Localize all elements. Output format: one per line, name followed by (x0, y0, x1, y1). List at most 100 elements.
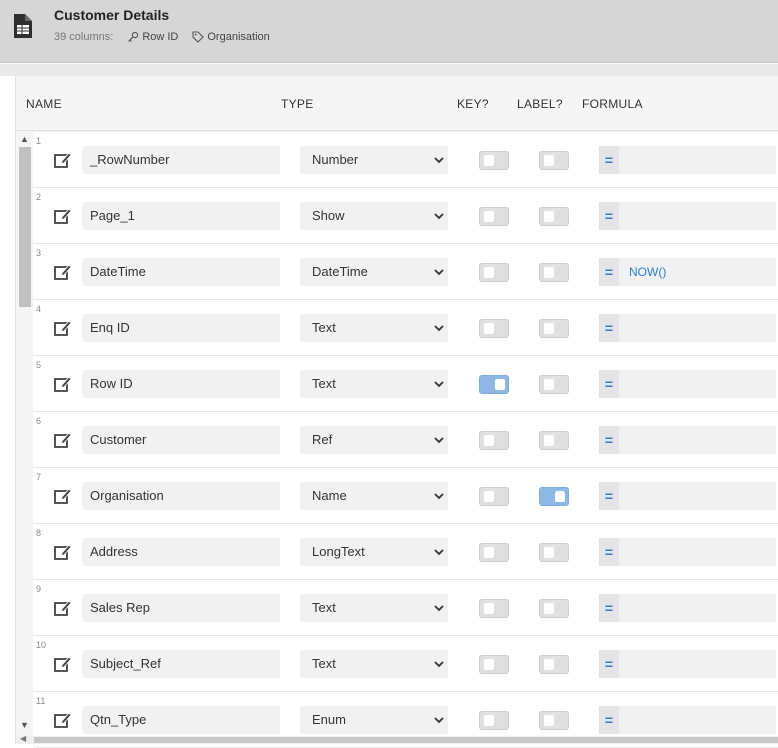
edit-icon[interactable] (53, 710, 73, 730)
formula-field[interactable]: = (599, 426, 776, 454)
spreadsheet-document-icon (14, 14, 32, 38)
column-type-select[interactable]: Name (300, 482, 448, 510)
toggle-knob (544, 155, 554, 166)
column-type-select[interactable]: Text (300, 594, 448, 622)
edit-icon[interactable] (53, 374, 73, 394)
edit-icon[interactable] (53, 542, 73, 562)
key-toggle[interactable] (479, 543, 509, 562)
column-name-field[interactable]: Qtn_Type (82, 706, 280, 734)
edit-icon[interactable] (53, 430, 73, 450)
key-toggle[interactable] (479, 263, 509, 282)
column-name-field[interactable]: Enq ID (82, 314, 280, 342)
toggle-knob (484, 659, 494, 670)
formula-field[interactable]: = (599, 706, 776, 734)
label-toggle[interactable] (539, 263, 569, 282)
column-type-select[interactable]: Text (300, 370, 448, 398)
formula-field[interactable]: = (599, 370, 776, 398)
equals-icon: = (599, 706, 619, 734)
toggle-knob (544, 435, 554, 446)
formula-field[interactable]: = (599, 594, 776, 622)
key-toggle[interactable] (479, 151, 509, 170)
column-name-field[interactable]: Customer (82, 426, 280, 454)
column-name-field[interactable]: Address (82, 538, 280, 566)
toggle-knob (484, 715, 494, 726)
toggle-knob (484, 155, 494, 166)
toggle-knob (484, 323, 494, 334)
formula-field[interactable]: = (599, 538, 776, 566)
column-name-field[interactable]: Subject_Ref (82, 650, 280, 678)
edit-icon[interactable] (53, 654, 73, 674)
table-row: 3 DateTime DateTime = NOW() (33, 244, 778, 300)
toggle-knob (484, 211, 494, 222)
column-type-select[interactable]: Show (300, 202, 448, 230)
key-toggle[interactable] (479, 375, 509, 394)
column-type-select[interactable]: LongText (300, 538, 448, 566)
toggle-knob (484, 267, 494, 278)
scrollbar-thumb[interactable] (19, 147, 31, 307)
label-toggle[interactable] (539, 487, 569, 506)
vertical-scrollbar[interactable]: ▲ ▼ (18, 134, 31, 734)
equals-icon: = (599, 594, 619, 622)
formula-field[interactable]: = (599, 650, 776, 678)
row-number: 9 (36, 584, 42, 594)
toggle-knob (544, 211, 554, 222)
equals-icon: = (599, 482, 619, 510)
label-chip[interactable]: Organisation (192, 31, 270, 43)
key-toggle[interactable] (479, 431, 509, 450)
edit-icon[interactable] (53, 318, 73, 338)
column-type-value: Show (312, 208, 345, 223)
column-type-select[interactable]: Text (300, 650, 448, 678)
scroll-left-arrow-icon[interactable]: ◀ (20, 734, 26, 743)
toggle-knob (544, 547, 554, 558)
formula-field[interactable]: = (599, 146, 776, 174)
column-name-field[interactable]: _RowNumber (82, 146, 280, 174)
label-toggle[interactable] (539, 711, 569, 730)
horizontal-scrollbar[interactable]: ◀ (16, 734, 778, 744)
formula-field[interactable]: = (599, 202, 776, 230)
scroll-up-arrow-icon[interactable]: ▲ (20, 134, 29, 144)
column-type-select[interactable]: Enum (300, 706, 448, 734)
edit-icon[interactable] (53, 262, 73, 282)
row-number: 2 (36, 192, 42, 202)
formula-field[interactable]: = NOW() (599, 258, 776, 286)
column-type-select[interactable]: Text (300, 314, 448, 342)
edit-icon[interactable] (53, 598, 73, 618)
horizontal-scrollbar-thumb[interactable] (34, 737, 778, 743)
label-toggle[interactable] (539, 599, 569, 618)
edit-icon[interactable] (53, 150, 73, 170)
scroll-down-arrow-icon[interactable]: ▼ (20, 720, 29, 730)
key-toggle[interactable] (479, 207, 509, 226)
chevron-down-icon (434, 605, 444, 612)
label-toggle[interactable] (539, 543, 569, 562)
key-toggle[interactable] (479, 711, 509, 730)
key-chip[interactable]: Row ID (127, 31, 178, 43)
formula-field[interactable]: = (599, 482, 776, 510)
chevron-down-icon (434, 717, 444, 724)
edit-icon[interactable] (53, 206, 73, 226)
column-name-field[interactable]: Sales Rep (82, 594, 280, 622)
label-toggle[interactable] (539, 207, 569, 226)
column-type-select[interactable]: Number (300, 146, 448, 174)
label-toggle[interactable] (539, 151, 569, 170)
column-type-select[interactable]: DateTime (300, 258, 448, 286)
key-toggle[interactable] (479, 655, 509, 674)
formula-field[interactable]: = (599, 314, 776, 342)
column-name-field[interactable]: Row ID (82, 370, 280, 398)
label-toggle[interactable] (539, 375, 569, 394)
key-toggle[interactable] (479, 319, 509, 338)
column-type-select[interactable]: Ref (300, 426, 448, 454)
column-name-field[interactable]: Organisation (82, 482, 280, 510)
divider (0, 64, 778, 76)
label-toggle[interactable] (539, 319, 569, 338)
column-type-value: DateTime (312, 264, 368, 279)
column-type-value: Text (312, 600, 336, 615)
label-toggle[interactable] (539, 431, 569, 450)
toggle-knob (544, 379, 554, 390)
key-toggle[interactable] (479, 487, 509, 506)
label-toggle[interactable] (539, 655, 569, 674)
table-row: 2 Page_1 Show = (33, 188, 778, 244)
column-name-field[interactable]: DateTime (82, 258, 280, 286)
column-name-field[interactable]: Page_1 (82, 202, 280, 230)
edit-icon[interactable] (53, 486, 73, 506)
key-toggle[interactable] (479, 599, 509, 618)
